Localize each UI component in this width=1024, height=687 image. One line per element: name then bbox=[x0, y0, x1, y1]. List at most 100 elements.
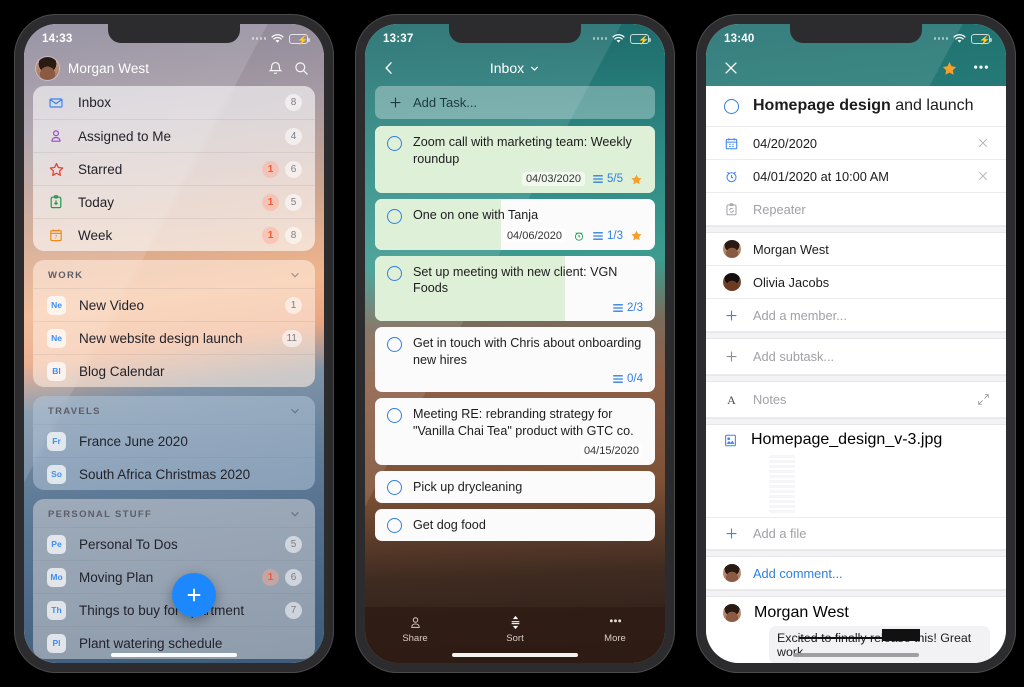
sidebar-item-assigned-to-me[interactable]: Assigned to Me 4 bbox=[33, 119, 315, 152]
add-file-row[interactable]: Add a file bbox=[706, 517, 1006, 550]
status-time: 14:33 bbox=[42, 32, 73, 45]
task-row[interactable]: Get dog food bbox=[375, 509, 655, 541]
task-checkbox[interactable] bbox=[387, 408, 402, 424]
add-file-label: Add a file bbox=[753, 526, 807, 541]
list-item[interactable]: So South Africa Christmas 2020 bbox=[33, 457, 315, 490]
task-title: One on one with Tanja bbox=[413, 208, 539, 223]
list-label: South Africa Christmas 2020 bbox=[79, 466, 251, 482]
add-subtask-row[interactable]: Add subtask... bbox=[706, 339, 1006, 375]
group-header[interactable]: TRAVELS bbox=[33, 396, 315, 424]
group-title: PERSONAL STUFF bbox=[48, 508, 153, 520]
sidebar-item-today[interactable]: Today 1 5 bbox=[33, 185, 315, 218]
badges: 1 5 bbox=[262, 193, 302, 211]
due-date-row[interactable]: 04/20/2020 bbox=[706, 127, 1006, 160]
list-title-dropdown[interactable]: Inbox bbox=[397, 60, 633, 76]
list-label: New website design launch bbox=[79, 330, 243, 346]
chevron-down-icon[interactable] bbox=[289, 405, 301, 417]
overdue-badge: 1 bbox=[262, 568, 279, 586]
bell-icon[interactable] bbox=[267, 60, 284, 77]
signal-dots-icon bbox=[251, 37, 266, 40]
overdue-badge: 1 bbox=[262, 226, 279, 244]
member-avatar bbox=[722, 240, 741, 258]
star-filled-icon[interactable] bbox=[941, 60, 958, 77]
task-row[interactable]: Get in touch with Chris about onboarding… bbox=[375, 327, 655, 393]
repeater-placeholder: Repeater bbox=[753, 201, 806, 217]
notes-row[interactable]: A Notes bbox=[706, 382, 1006, 418]
task-row[interactable]: Pick up drycleaning bbox=[375, 471, 655, 504]
tab-share[interactable]: Share bbox=[365, 615, 465, 644]
group-title: TRAVELS bbox=[48, 405, 101, 417]
count-badge: 8 bbox=[285, 226, 302, 244]
task-row[interactable]: Set up meeting with new client: VGN Food… bbox=[375, 255, 655, 322]
add-comment-row[interactable]: Add comment... bbox=[706, 557, 1006, 590]
ellipsis-icon[interactable] bbox=[972, 60, 990, 76]
badges: 1 bbox=[285, 296, 302, 314]
list-item[interactable]: Bl Blog Calendar bbox=[33, 354, 315, 387]
task-meta: 2/3 bbox=[413, 302, 643, 314]
overdue-badge: 1 bbox=[262, 193, 279, 211]
tab-more[interactable]: More bbox=[565, 615, 665, 644]
task-checkbox[interactable] bbox=[387, 265, 402, 281]
phone-2-header: Inbox bbox=[365, 50, 665, 86]
list-item[interactable]: Ne New Video 1 bbox=[33, 288, 315, 321]
group-header[interactable]: WORK bbox=[33, 260, 315, 288]
sidebar-item-week[interactable]: 7 Week 1 8 bbox=[33, 218, 315, 251]
member-row[interactable]: Olivia Jacobs bbox=[706, 266, 1006, 299]
task-row[interactable]: Meeting RE: rebranding strategy for "Van… bbox=[375, 398, 655, 466]
count-badge: 8 bbox=[285, 94, 302, 111]
list-item[interactable]: Pe Personal To Dos 5 bbox=[33, 527, 315, 560]
list-avatar: Ne bbox=[47, 295, 66, 315]
tab-sort[interactable]: Sort bbox=[465, 615, 565, 644]
badges: 11 bbox=[281, 329, 302, 347]
notch bbox=[790, 24, 922, 43]
overdue-badge: 1 bbox=[262, 160, 279, 178]
list-item[interactable]: Fr France June 2020 bbox=[33, 424, 315, 457]
task-checkbox[interactable] bbox=[387, 337, 402, 353]
member-name: Olivia Jacobs bbox=[753, 274, 830, 290]
expand-icon[interactable] bbox=[977, 393, 990, 406]
wifi-icon bbox=[953, 33, 966, 44]
star-filled-icon[interactable] bbox=[630, 229, 643, 242]
task-checkbox[interactable] bbox=[387, 517, 402, 533]
task-checkbox[interactable] bbox=[387, 136, 402, 151]
alarm-clock-icon bbox=[723, 169, 740, 184]
attachment-row[interactable]: Homepage_design_v-3.jpg bbox=[723, 431, 990, 449]
task-row[interactable]: One on one with Tanja 04/06/2020 1/3 bbox=[375, 199, 655, 250]
group-header[interactable]: PERSONAL STUFF bbox=[33, 499, 315, 527]
phone-1-lists: 14:33 ⚡ Morgan West Inbox 8 Assigned to … bbox=[14, 14, 334, 673]
chevron-down-icon[interactable] bbox=[289, 269, 301, 281]
reminder-row[interactable]: 04/01/2020 at 10:00 AM bbox=[706, 160, 1006, 193]
task-row[interactable]: Zoom call with marketing team: Weekly ro… bbox=[375, 126, 655, 194]
task-title-bold: Homepage design bbox=[753, 97, 891, 114]
battery-icon: ⚡ bbox=[630, 33, 652, 45]
comment-avatar bbox=[723, 604, 741, 622]
star-filled-icon[interactable] bbox=[630, 173, 643, 186]
ellipsis-icon bbox=[607, 615, 624, 630]
envelope-icon bbox=[47, 94, 65, 112]
clear-due-date-icon[interactable] bbox=[976, 136, 990, 150]
task-title-row[interactable]: Homepage design and launch bbox=[706, 86, 1006, 127]
clear-reminder-icon[interactable] bbox=[976, 169, 990, 183]
list-avatar: Th bbox=[47, 600, 66, 620]
sidebar-item-starred[interactable]: Starred 1 6 bbox=[33, 152, 315, 185]
comment-author: Morgan West bbox=[754, 604, 849, 621]
repeater-row[interactable]: Repeater bbox=[706, 193, 1006, 226]
attachment-block: Homepage_design_v-3.jpg bbox=[706, 425, 1006, 513]
search-icon[interactable] bbox=[293, 60, 310, 77]
avatar[interactable] bbox=[36, 56, 59, 80]
phone-3-task-detail: 13:40 ⚡ Homepage design and launch 04/20… bbox=[696, 14, 1016, 673]
add-member-row[interactable]: Add a member... bbox=[706, 299, 1006, 332]
task-checkbox[interactable] bbox=[723, 98, 740, 114]
attachment-thumbnail[interactable] bbox=[769, 455, 795, 513]
chevron-down-icon[interactable] bbox=[289, 508, 301, 520]
member-row[interactable]: Morgan West bbox=[706, 233, 1006, 266]
add-task-fab[interactable] bbox=[172, 573, 216, 617]
task-checkbox[interactable] bbox=[387, 480, 402, 496]
close-icon[interactable] bbox=[722, 59, 740, 77]
status-time: 13:40 bbox=[724, 32, 755, 45]
add-task-field[interactable]: Add Task... bbox=[375, 86, 655, 119]
tab-label: Share bbox=[402, 633, 428, 644]
back-chevron-left-icon[interactable] bbox=[381, 60, 397, 76]
list-item[interactable]: Ne New website design launch 11 bbox=[33, 321, 315, 354]
sidebar-item-inbox[interactable]: Inbox 8 bbox=[33, 86, 315, 119]
